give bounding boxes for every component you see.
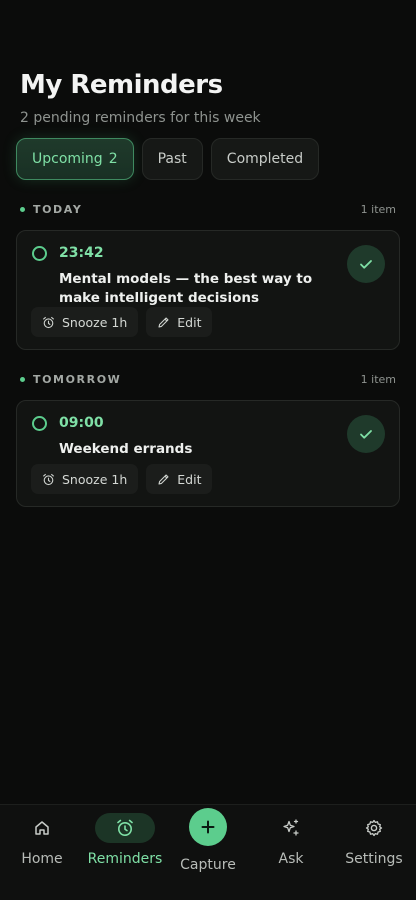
nav-label: Home: [21, 851, 63, 867]
check-icon: [360, 430, 372, 439]
page-header: My Reminders 2 pending reminders for thi…: [20, 70, 396, 126]
nav-home[interactable]: Home: [0, 805, 84, 867]
nav-ask[interactable]: Ask: [249, 805, 333, 867]
complete-radio[interactable]: [32, 416, 47, 431]
snooze-button[interactable]: Snooze 1h: [31, 307, 139, 337]
page-title: My Reminders: [20, 70, 223, 100]
edit-button[interactable]: Edit: [146, 464, 213, 494]
edit-label: Edit: [177, 314, 202, 330]
reminder-time: 09:00: [59, 415, 104, 431]
section-header-today: TODAY 1 item: [20, 203, 396, 216]
bottom-nav: Home Reminders Capture Ask Settings: [0, 804, 416, 900]
tab-completed[interactable]: Completed: [210, 138, 320, 180]
section-header-tomorrow: TOMORROW 1 item: [20, 373, 396, 386]
snooze-label: Snooze 1h: [62, 314, 128, 330]
nav-label: Capture: [180, 857, 236, 873]
nav-capture[interactable]: Capture: [166, 805, 250, 873]
complete-radio[interactable]: [32, 246, 47, 261]
nav-reminders[interactable]: Reminders: [83, 805, 167, 867]
capture-button[interactable]: [189, 808, 227, 846]
section-label: TOMORROW: [20, 373, 121, 386]
section-title: TODAY: [33, 203, 83, 216]
nav-label: Settings: [345, 851, 403, 867]
nav-settings[interactable]: Settings: [332, 805, 416, 867]
edit-label: Edit: [177, 471, 202, 487]
snooze-label: Snooze 1h: [62, 471, 128, 487]
reminder-time: 23:42: [59, 245, 104, 261]
pencil-icon: [158, 473, 169, 485]
alarm-clock-icon: [43, 473, 54, 485]
pencil-icon: [158, 316, 169, 328]
alarm-clock-icon: [43, 316, 54, 328]
section-count: 1 item: [360, 373, 396, 386]
tab-label: Past: [157, 151, 187, 167]
snooze-button[interactable]: Snooze 1h: [31, 464, 139, 494]
alarm-clock-icon: [117, 819, 133, 836]
section-dot: [20, 207, 25, 212]
section-dot: [20, 377, 25, 382]
tab-count-badge: 2: [108, 151, 118, 167]
filter-tabs: Upcoming 2 Past Completed: [16, 138, 320, 180]
section-title: TOMORROW: [33, 373, 122, 386]
check-icon: [360, 260, 372, 269]
mark-done-button[interactable]: [347, 415, 385, 453]
tab-label: Upcoming: [32, 151, 103, 167]
tab-past[interactable]: Past: [141, 138, 203, 180]
home-icon: [35, 821, 49, 835]
reminder-text: Mental models — the best way to make int…: [59, 271, 313, 306]
page-subtitle: 2 pending reminders for this week: [20, 110, 261, 126]
reminder-card[interactable]: 23:42 Mental models — the best way to ma…: [16, 230, 400, 350]
mark-done-button[interactable]: [347, 245, 385, 283]
edit-button[interactable]: Edit: [146, 307, 213, 337]
nav-label: Reminders: [87, 851, 163, 867]
section-count: 1 item: [360, 203, 396, 216]
tab-upcoming[interactable]: Upcoming 2: [16, 138, 134, 180]
section-label: TODAY: [20, 203, 82, 216]
sparkles-icon: [283, 819, 299, 836]
reminder-text: Weekend errands: [59, 441, 193, 457]
gear-icon: [365, 819, 383, 837]
nav-label: Ask: [278, 851, 304, 867]
plus-icon: [201, 820, 215, 834]
tab-label: Completed: [226, 151, 304, 167]
reminder-card[interactable]: 09:00 Weekend errands Snooze 1h Edit: [16, 400, 400, 507]
